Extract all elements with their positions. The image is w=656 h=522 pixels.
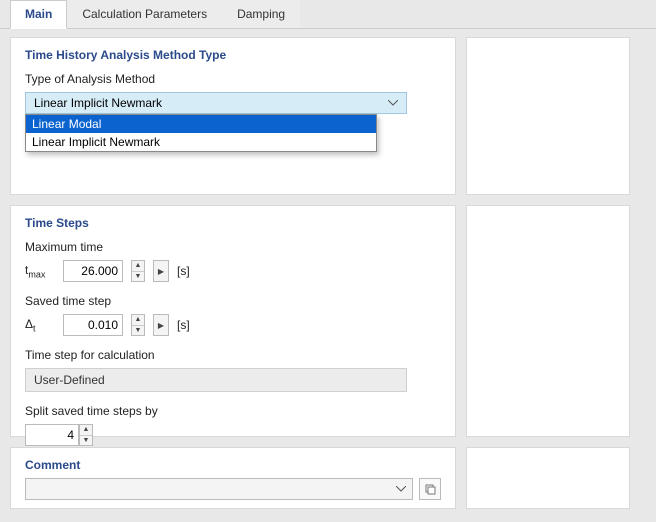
panel-method: Time History Analysis Method Type Type o… [10,37,456,195]
dialog-root: Main Calculation Parameters Damping Time… [0,0,656,519]
symbol-tmax: tmax [25,263,55,279]
tab-calculation-parameters[interactable]: Calculation Parameters [67,0,222,28]
input-split[interactable] [25,424,79,446]
combo-selected-text: Linear Implicit Newmark [34,96,162,110]
tab-main[interactable]: Main [10,0,67,29]
unit-saved-step: [s] [177,318,190,332]
combo-header[interactable]: Linear Implicit Newmark [25,92,407,114]
panel-method-side [466,37,630,195]
content-area: Time History Analysis Method Type Type o… [0,29,656,519]
unit-max-time: [s] [177,264,190,278]
spin-down-icon[interactable]: ▼ [132,326,144,336]
copy-icon [424,483,436,495]
field-saved-step: Δt ▲ ▼ ▶ [s] [25,314,441,336]
label-calc-step: Time step for calculation [25,348,441,362]
label-saved-step: Saved time step [25,294,441,308]
combo-option-linear-implicit-newmark[interactable]: Linear Implicit Newmark [26,133,376,151]
spinner-max-time[interactable]: ▲ ▼ [131,260,145,282]
chevron-down-icon [396,486,406,492]
spin-up-icon[interactable]: ▲ [80,425,92,436]
input-saved-step[interactable] [63,314,123,336]
combo-analysis-method[interactable]: Linear Implicit Newmark Linear Modal Lin… [25,92,407,114]
field-max-time: tmax ▲ ▼ ▶ [s] [25,260,441,282]
readonly-calc-step: User-Defined [25,368,407,392]
copy-comment-button[interactable] [419,478,441,500]
combo-dropdown: Linear Modal Linear Implicit Newmark [25,114,377,152]
tab-damping[interactable]: Damping [222,0,300,28]
spin-down-icon[interactable]: ▼ [132,272,144,282]
spinner-split[interactable]: ▲ ▼ [79,424,93,446]
spinner-saved-step[interactable]: ▲ ▼ [131,314,145,336]
spin-up-icon[interactable]: ▲ [132,315,144,326]
panel-time-steps: Time Steps Maximum time tmax ▲ ▼ ▶ [s] S… [10,205,456,437]
tab-bar: Main Calculation Parameters Damping [0,0,656,29]
combo-option-linear-modal[interactable]: Linear Modal [26,115,376,133]
panel-comment: Comment [10,447,456,509]
symbol-delta-t: Δt [25,317,55,333]
spin-up-icon[interactable]: ▲ [132,261,144,272]
combo-comment[interactable] [25,478,413,500]
chevron-down-icon [388,100,398,106]
section-title-time-steps: Time Steps [25,216,441,230]
label-analysis-method: Type of Analysis Method [25,72,441,86]
panel-comment-side [466,447,630,509]
panel-time-steps-side [466,205,630,437]
step-button-max-time[interactable]: ▶ [153,260,169,282]
spin-down-icon[interactable]: ▼ [80,436,92,446]
step-button-saved-step[interactable]: ▶ [153,314,169,336]
label-max-time: Maximum time [25,240,441,254]
input-max-time[interactable] [63,260,123,282]
label-split: Split saved time steps by [25,404,441,418]
comment-row [25,478,441,500]
section-title-method: Time History Analysis Method Type [25,48,441,62]
section-title-comment: Comment [25,458,441,472]
field-split: ▲ ▼ [25,424,441,446]
